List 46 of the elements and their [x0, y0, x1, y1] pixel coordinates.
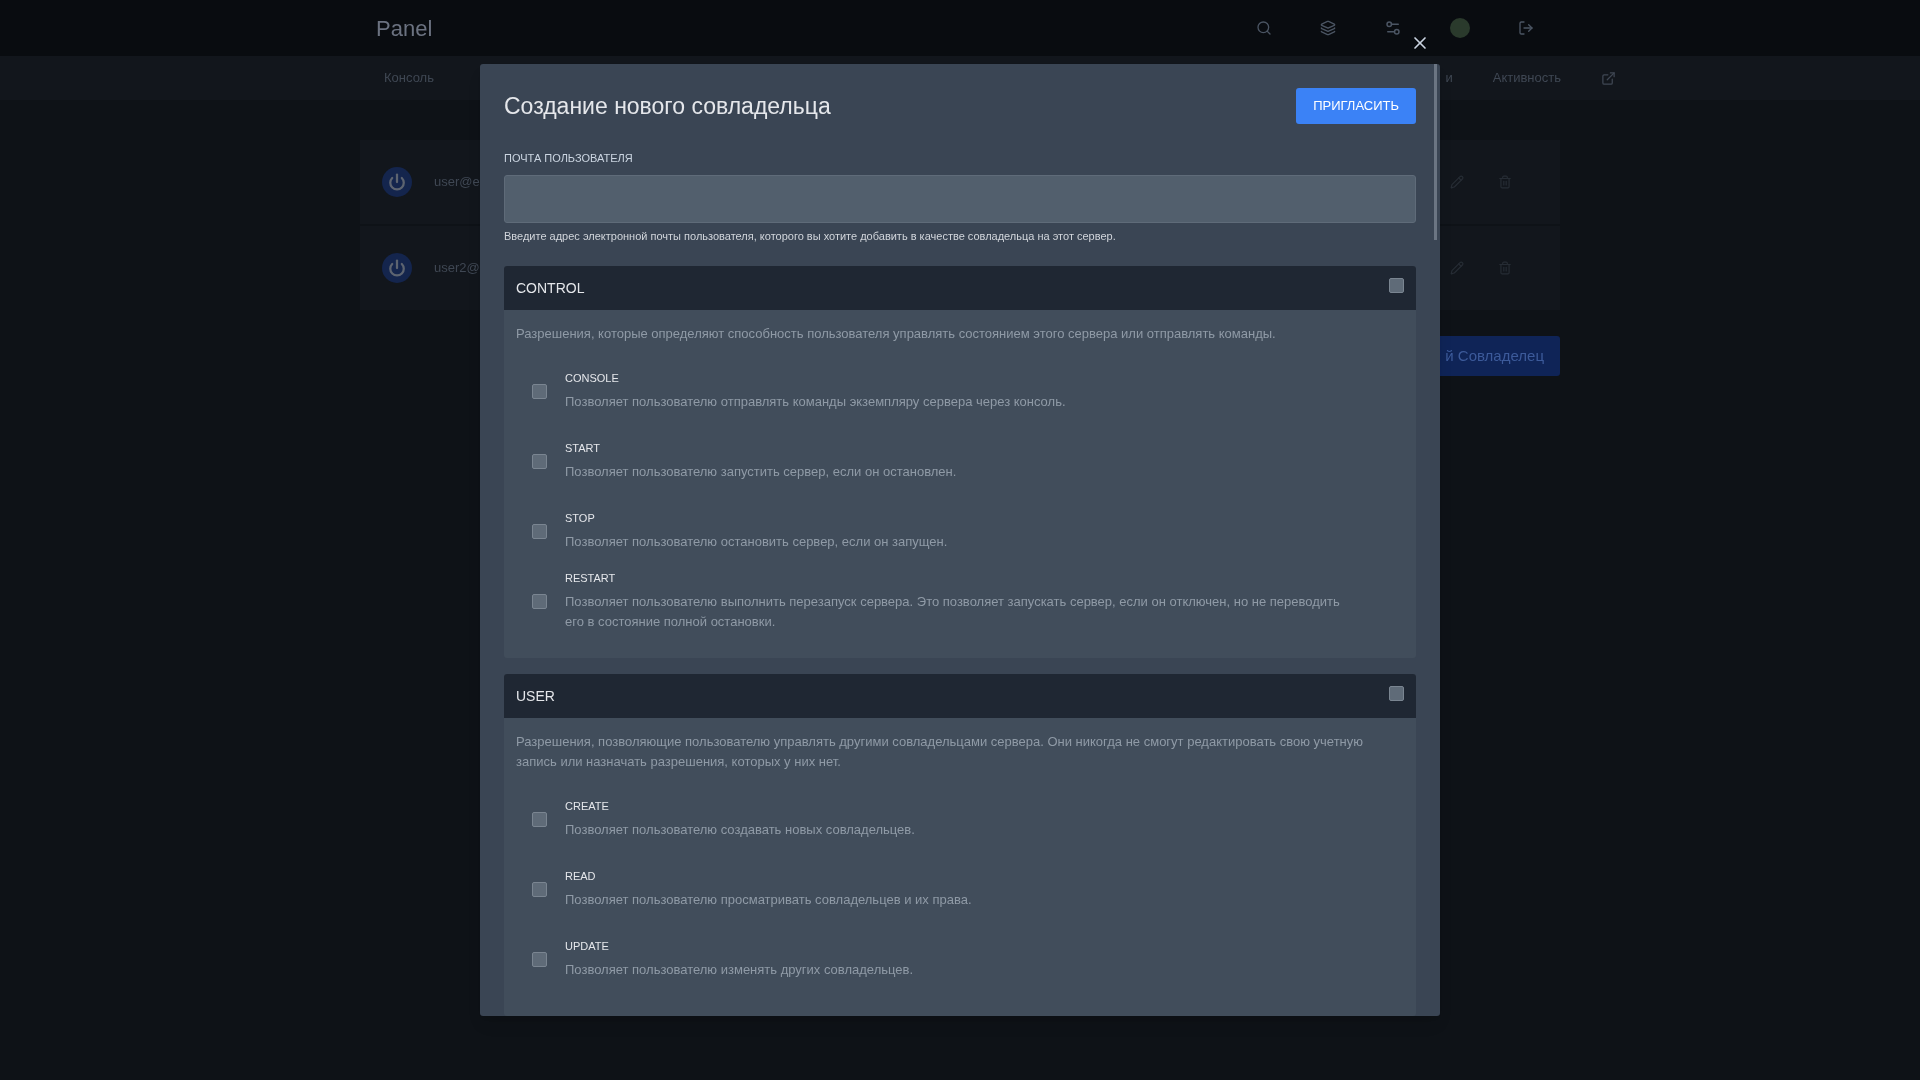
edit-icon[interactable]: [1450, 261, 1464, 275]
permission-checkbox[interactable]: [532, 593, 547, 609]
avatar-icon[interactable]: [1450, 18, 1470, 38]
group-title: USER: [516, 686, 555, 706]
permission-description: Позволяет пользователю остановить сервер, если он запущен.: [565, 533, 948, 552]
permission-checkbox[interactable]: [532, 523, 547, 539]
brand-title: Panel: [376, 14, 433, 43]
permission-description: Позволяет пользователю отправлять команды экземпляру сервера через консоль.: [565, 393, 1066, 412]
group-description: Разрешения, которые определяют способность пользователя управлять состоянием этого сервера или отправлять команды.: [516, 325, 1277, 343]
layers-icon[interactable]: [1320, 20, 1336, 36]
power-icon: [382, 167, 412, 197]
modal-title: Создание нового совладельца: [504, 91, 831, 121]
settings-icon[interactable]: [1384, 19, 1402, 37]
permission-name: CONSOLE: [565, 370, 620, 386]
permission-checkbox[interactable]: [532, 383, 547, 399]
permission-description: Позволяет пользователю создавать новых совладельцев.: [565, 821, 915, 840]
group-checkbox[interactable]: [1389, 686, 1404, 701]
permission-name: CREATE: [565, 798, 610, 814]
trash-icon[interactable]: [1498, 261, 1512, 275]
permission-description: Позволяет пользователю просматривать совладельцев и их права.: [565, 891, 972, 910]
logout-icon[interactable]: [1518, 20, 1534, 36]
permission-description: Позволяет пользователю изменять других совладельцев.: [565, 961, 914, 980]
external-link-icon[interactable]: [1601, 70, 1616, 86]
edit-icon[interactable]: [1450, 175, 1464, 189]
permission-name: START: [565, 440, 602, 456]
email-input-field[interactable]: [504, 174, 1416, 223]
scrollbar-thumb[interactable]: [1434, 64, 1437, 240]
permission-checkbox[interactable]: [532, 951, 547, 967]
permission-name: RESTART: [565, 570, 617, 586]
field-label: ПОЧТА ПОЛЬЗОВАТЕЛЯ: [504, 151, 634, 166]
power-icon: [382, 253, 412, 283]
group-checkbox[interactable]: [1389, 278, 1404, 293]
field-help-text: Введите адрес электронной почты пользователя, которого вы хотите добавить в качестве совладельца на этот сервер.: [504, 228, 1117, 244]
permission-description: Позволяет пользователю запустить сервер, если он остановлен.: [565, 463, 957, 482]
permission-name: STOP: [565, 510, 596, 526]
group-description: Разрешения, позволяющие пользователю управлять другими совладельцами сервера. Они никогда не смогут редактировать свою учетную запись или назначать разрешения, которых у них нет.: [516, 733, 1365, 771]
permission-name: READ: [565, 868, 597, 884]
permission-description: Позволяет пользователю выполнить перезапуск сервера. Это позволяет запускать сервер, если он отключен, но не переводить его в состояние полной остановки.: [565, 593, 1341, 632]
permission-checkbox[interactable]: [532, 811, 547, 827]
trash-icon[interactable]: [1498, 175, 1512, 189]
permission-name: UPDATE: [565, 938, 610, 954]
permission-checkbox[interactable]: [532, 453, 547, 469]
search-icon[interactable]: [1256, 20, 1272, 36]
group-title: CONTROL: [516, 278, 585, 298]
permission-checkbox[interactable]: [532, 881, 547, 897]
invite-button[interactable]: ПРИГЛАСИТЬ: [1296, 88, 1416, 124]
